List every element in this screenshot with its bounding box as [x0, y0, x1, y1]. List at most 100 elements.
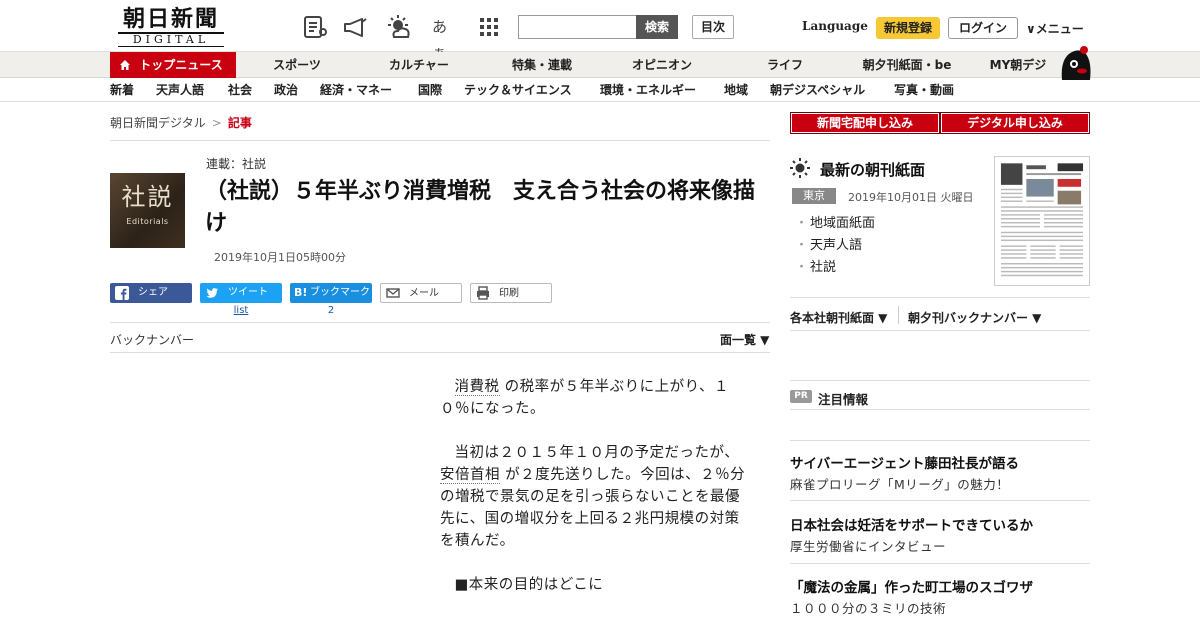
subnav-politics[interactable]: 政治: [274, 79, 298, 102]
page-list-dropdown[interactable]: 面一覧 ▼: [720, 331, 769, 348]
editorial-thumbnail[interactable]: 社説 Editorials: [110, 173, 185, 248]
hatena-bookmark-label: ブックマーク: [310, 287, 370, 298]
promo-title[interactable]: 「魔法の金属」作った町工場のスゴワザ: [790, 576, 1033, 596]
promo-subtitle[interactable]: 麻雀プロリーグ「Mリーグ」の魅力！: [790, 474, 1009, 493]
language-link[interactable]: Language: [802, 19, 868, 33]
twitter-tweet-label: ツイート: [228, 287, 268, 298]
promo-subtitle[interactable]: １０００分の３ミリの技術: [790, 598, 946, 617]
subnav-society[interactable]: 社会: [228, 79, 252, 102]
register-button[interactable]: 新規登録: [876, 17, 940, 39]
subnav-tenseijingo[interactable]: 天声人語: [156, 79, 204, 102]
article-date: 2019年10月1日05時00分: [214, 251, 346, 264]
subnav-economy[interactable]: 経済・マネー: [320, 79, 392, 102]
nav-sports[interactable]: スポーツ: [256, 52, 338, 78]
subnav-international[interactable]: 国際: [418, 79, 442, 102]
paper-link-tenseijingo[interactable]: 天声人語: [795, 235, 875, 257]
login-button[interactable]: ログイン: [948, 17, 1018, 39]
divider: [790, 500, 1090, 501]
nav-label: トップニュース: [139, 58, 223, 72]
sun-icon: [790, 158, 810, 178]
subnav-photo-video[interactable]: 写真・動画: [894, 79, 954, 102]
thumbnail-kanji: 社説: [121, 183, 174, 211]
body-text: 当初は２０１５年１０月の予定だったが、: [454, 445, 740, 461]
mascot-icon: [1061, 46, 1091, 80]
thumbnail-english: Editorials: [126, 217, 169, 226]
menu-button[interactable]: ∨メニュー: [1026, 20, 1084, 37]
home-icon: [120, 60, 130, 70]
print-button[interactable]: 印刷: [470, 283, 552, 303]
twitter-icon: [206, 288, 218, 298]
breadcrumb: 朝日新聞デジタル > 記事: [110, 114, 252, 131]
subnav-region[interactable]: 地域: [724, 79, 748, 102]
logo-main-text: 朝日新聞: [122, 6, 219, 32]
facebook-icon: [115, 286, 129, 300]
site-header: 朝日新聞 DIGITAL あぁ 検索 目次 Language 新規登録 ログイン…: [0, 0, 1200, 62]
newspaper-thumbnail[interactable]: [994, 156, 1090, 286]
primary-nav: トップニュース スポーツ カルチャー 特集・連載 オピニオン ライフ 朝夕刊紙面…: [0, 52, 1200, 78]
divider: [790, 330, 1090, 331]
divider: [790, 440, 1090, 441]
breadcrumb-current: 記事: [227, 116, 252, 130]
subnav-tech-science[interactable]: テック＆サイエンス: [464, 79, 572, 102]
keyword-link[interactable]: 安倍首相: [440, 467, 500, 484]
article-title: （社説）５年半ぶり消費増税 支え合う社会の将来像描け: [205, 179, 756, 236]
nav-features[interactable]: 特集・連載: [496, 52, 588, 78]
subnav-latest[interactable]: 新着: [110, 79, 134, 102]
series-label[interactable]: 連載：社説: [206, 155, 266, 172]
promo-title[interactable]: サイバーエージェント藤田社長が語る: [790, 452, 1019, 472]
nav-culture[interactable]: カルチャー: [374, 52, 464, 78]
keyword-link[interactable]: 消費税: [454, 379, 500, 396]
print-label: 印刷: [499, 288, 519, 299]
body-paragraph: 当初は２０１５年１０月の予定だったが、安倍首相 が２度先送りした。今回は、２％分…: [440, 442, 750, 552]
pr-badge: PR: [790, 390, 812, 403]
mail-icon: [386, 288, 400, 298]
twitter-tweet-button[interactable]: ツイート: [200, 283, 282, 303]
breadcrumb-home[interactable]: 朝日新聞デジタル: [110, 116, 206, 130]
mail-label: メール: [409, 288, 439, 299]
divider: [790, 563, 1090, 564]
print-icon: [477, 286, 489, 300]
body-subheading: ■本来の目的はどこに: [454, 577, 604, 593]
search-button[interactable]: 検索: [636, 15, 678, 39]
facebook-share-button[interactable]: シェア: [110, 283, 192, 303]
divider: [898, 306, 899, 324]
promo-title[interactable]: 日本社会は妊活をサポートできているか: [790, 514, 1033, 534]
divider: [790, 380, 1090, 381]
divider: [110, 140, 770, 141]
paper-links: 地域面紙面 天声人語 社説: [795, 213, 875, 279]
promo-subtitle[interactable]: 厚生労働省にインタビュー: [790, 536, 946, 555]
paper-link-editorial[interactable]: 社説: [795, 257, 875, 279]
nav-opinion[interactable]: オピニオン: [616, 52, 708, 78]
subnav-special[interactable]: 朝デジスペシャル: [770, 79, 865, 102]
backnumber-dropdown[interactable]: 朝夕刊バックナンバー ▼: [908, 309, 1041, 326]
regional-editions-dropdown[interactable]: 各本社朝刊紙面 ▼: [790, 309, 887, 326]
divider: [110, 322, 770, 323]
site-logo[interactable]: 朝日新聞 DIGITAL: [112, 6, 230, 47]
megaphone-icon[interactable]: [342, 14, 368, 40]
index-button[interactable]: 目次: [692, 15, 734, 39]
subnav-environment[interactable]: 環境・エネルギー: [600, 79, 696, 102]
latest-paper-heading: 最新の朝刊紙面: [820, 161, 926, 179]
newspaper-icon[interactable]: [302, 14, 328, 40]
divider: [790, 297, 1090, 298]
subscribe-digital-button[interactable]: デジタル申し込み: [940, 112, 1090, 134]
body-paragraph: 消費税 の税率が５年半ぶりに上がり、１０％になった。: [440, 376, 750, 420]
breadcrumb-separator: >: [211, 116, 222, 130]
subscribe-paper-button[interactable]: 新聞宅配申し込み: [790, 112, 940, 134]
hatena-count[interactable]: 2: [290, 305, 372, 316]
hatena-bookmark-button[interactable]: B! ブックマーク: [290, 283, 372, 303]
grid-icon[interactable]: [476, 14, 502, 40]
region-badge: 東京: [792, 188, 836, 204]
twitter-count[interactable]: list: [200, 305, 282, 316]
paper-link-regional[interactable]: 地域面紙面: [795, 213, 875, 235]
nav-top-news[interactable]: トップニュース: [110, 52, 236, 78]
mail-button[interactable]: メール: [380, 283, 462, 303]
nav-print-edition[interactable]: 朝夕刊紙面・be: [852, 52, 962, 78]
article-body: 消費税 の税率が５年半ぶりに上がり、１０％になった。 当初は２０１５年１０月の予…: [440, 376, 750, 618]
weather-icon[interactable]: [386, 14, 412, 40]
secondary-nav: 新着 天声人語 社会 政治 経済・マネー 国際 テック＆サイエンス 環境・エネル…: [0, 79, 1200, 102]
nav-my-asadigi[interactable]: MY朝デジ: [980, 52, 1056, 78]
font-size-icon[interactable]: あぁ: [432, 14, 458, 62]
search-input[interactable]: [518, 15, 636, 39]
nav-life[interactable]: ライフ: [750, 52, 820, 78]
